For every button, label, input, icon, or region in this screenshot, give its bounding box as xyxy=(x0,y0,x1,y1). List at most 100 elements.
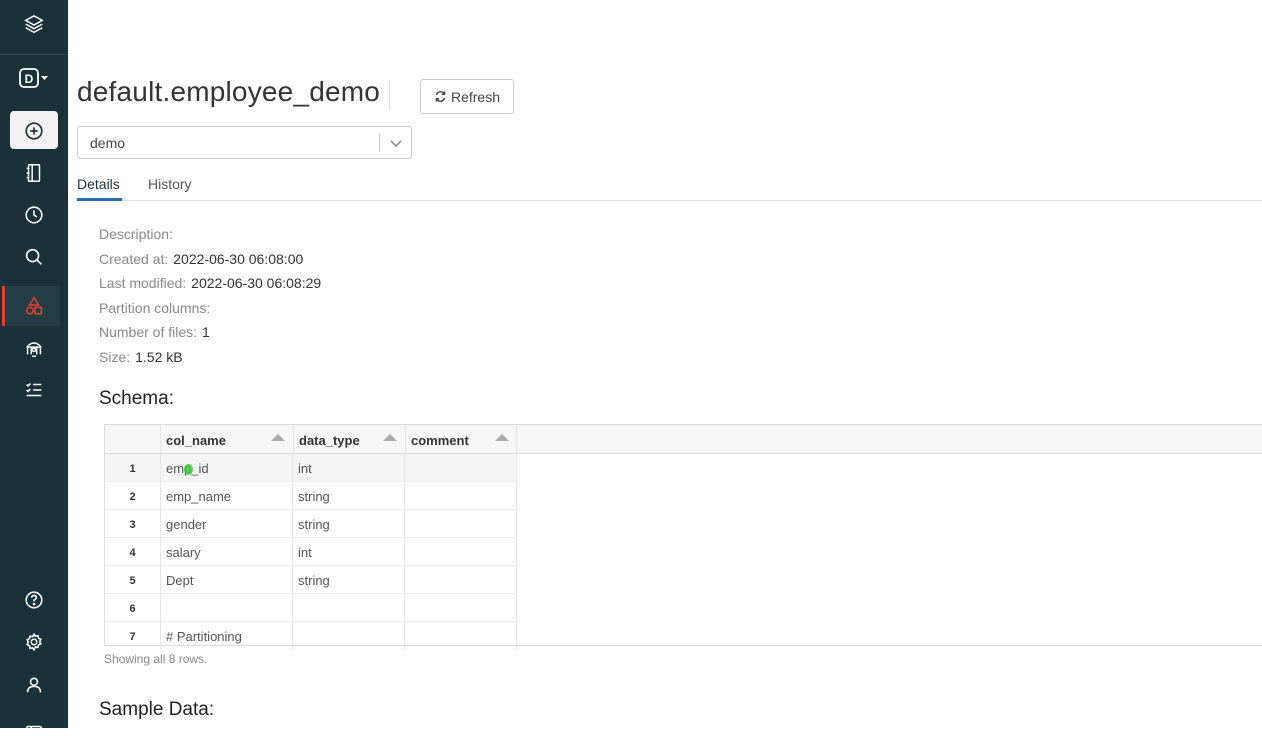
sample-data-heading: Sample Data: xyxy=(99,699,215,720)
create-icon xyxy=(25,122,43,140)
cell-data-type[interactable]: int xyxy=(293,538,405,566)
table-row[interactable]: 1 emp_id int xyxy=(105,454,517,482)
cluster-select-value: demo xyxy=(90,135,126,151)
refresh-icon xyxy=(435,91,446,102)
detail-label: Last modified: xyxy=(99,275,187,292)
data-icon xyxy=(25,296,43,315)
cell-comment[interactable] xyxy=(405,482,517,510)
cell-col-name[interactable]: salary xyxy=(161,538,293,566)
jobs-icon xyxy=(26,383,42,397)
detail-value: 2022-06-30 06:08:00 xyxy=(173,250,304,267)
settings-button[interactable] xyxy=(0,622,68,662)
detail-label: Description: xyxy=(99,226,173,242)
row-number: 7 xyxy=(105,622,161,650)
cell-comment[interactable] xyxy=(405,454,517,482)
cell-col-name[interactable]: emp_name xyxy=(161,482,293,510)
cell-comment[interactable] xyxy=(405,510,517,538)
sort-icon[interactable] xyxy=(271,434,285,441)
jobs-button[interactable] xyxy=(0,370,68,410)
mouse-cursor-indicator xyxy=(184,464,193,475)
detail-number-of-files: Number of files: 1 xyxy=(99,324,321,349)
table-row[interactable]: 3 gender string xyxy=(105,510,517,538)
svg-text:D: D xyxy=(25,72,34,86)
expand-sidebar-icon xyxy=(25,725,43,741)
user-icon xyxy=(26,677,42,693)
cell-col-name[interactable] xyxy=(161,594,293,622)
refresh-label: Refresh xyxy=(450,88,501,105)
help-button[interactable] xyxy=(0,580,68,620)
cell-data-type[interactable]: string xyxy=(293,482,405,510)
detail-label: Number of files: xyxy=(99,324,198,341)
search-icon xyxy=(25,248,42,265)
row-number: 4 xyxy=(105,538,161,566)
cell-col-name[interactable]: gender xyxy=(161,510,293,538)
table-details: Description: Created at: 2022-06-30 06:08… xyxy=(99,226,321,374)
table-row[interactable]: 4 salary int xyxy=(105,538,517,566)
detail-size: Size: 1.52 kB xyxy=(99,349,321,374)
detail-description: Description: xyxy=(99,226,321,251)
cell-data-type[interactable]: string xyxy=(293,510,405,538)
page-title: default.employee_demo xyxy=(77,76,381,107)
row-count-label: Showing all 8 rows. xyxy=(104,652,208,666)
row-number: 1 xyxy=(105,454,161,482)
detail-created-at: Created at: 2022-06-30 06:08:00 xyxy=(99,251,321,276)
create-button[interactable] xyxy=(0,111,68,151)
data-button[interactable] xyxy=(0,286,68,326)
cell-comment[interactable] xyxy=(405,566,517,594)
cell-comment[interactable] xyxy=(405,538,517,566)
compute-icon xyxy=(26,342,42,357)
account-button[interactable] xyxy=(0,665,68,705)
column-header-label: data_type xyxy=(299,433,360,448)
sort-icon[interactable] xyxy=(383,434,397,441)
table-row[interactable]: 2 emp_name string xyxy=(105,482,517,510)
databricks-logo-icon[interactable] xyxy=(0,5,68,45)
detail-partition-columns: Partition columns: xyxy=(99,300,321,325)
active-tab-indicator xyxy=(77,198,122,201)
cell-data-type[interactable] xyxy=(293,622,405,650)
cell-data-type[interactable]: string xyxy=(293,566,405,594)
detail-value: 2022-06-30 06:08:29 xyxy=(191,275,322,292)
recents-icon xyxy=(25,206,43,224)
detail-value: 1.52 kB xyxy=(135,348,183,365)
row-number: 3 xyxy=(105,510,161,538)
sort-icon[interactable] xyxy=(495,434,509,441)
cell-data-type[interactable]: int xyxy=(293,454,405,482)
cell-data-type[interactable] xyxy=(293,594,405,622)
chevron-down-icon[interactable] xyxy=(389,136,403,150)
cluster-select[interactable]: demo xyxy=(77,126,412,159)
column-header-label: comment xyxy=(411,433,469,448)
recents-button[interactable] xyxy=(0,195,68,235)
sidebar: D xyxy=(0,0,68,741)
schema-table: col_name data_type comment 1 emp_id int … xyxy=(104,424,1262,650)
workspace-icon xyxy=(26,164,41,182)
search-button[interactable] xyxy=(0,237,68,277)
row-number: 2 xyxy=(105,482,161,510)
tab-details[interactable]: Details xyxy=(77,176,120,192)
detail-label: Partition columns: xyxy=(99,299,211,316)
cell-comment[interactable] xyxy=(405,622,517,650)
persona-switcher[interactable]: D xyxy=(0,58,68,98)
schema-table-header: col_name data_type comment xyxy=(105,425,1262,454)
tab-bar-divider xyxy=(77,200,1262,201)
title-separator xyxy=(389,80,390,110)
sidebar-expand-button[interactable] xyxy=(0,712,68,752)
cell-col-name[interactable]: Dept xyxy=(161,566,293,594)
sidebar-divider xyxy=(0,54,68,55)
schema-heading: Schema: xyxy=(99,388,174,409)
table-row[interactable]: 7 # Partitioning xyxy=(105,622,517,650)
detail-value: 1 xyxy=(202,324,210,341)
refresh-button[interactable]: Refresh xyxy=(420,79,514,114)
tab-history[interactable]: History xyxy=(148,176,192,192)
column-header-label: col_name xyxy=(166,433,226,448)
row-number: 5 xyxy=(105,566,161,594)
table-row[interactable]: 5 Dept string xyxy=(105,566,517,594)
compute-button[interactable] xyxy=(0,328,68,368)
cell-comment[interactable] xyxy=(405,594,517,622)
workspace-button[interactable] xyxy=(0,153,68,193)
detail-label: Size: xyxy=(99,348,131,365)
cell-col-name[interactable]: emp_id xyxy=(161,454,293,482)
row-number: 6 xyxy=(105,594,161,622)
table-row[interactable]: 6 xyxy=(105,594,517,622)
cell-col-name[interactable]: # Partitioning xyxy=(161,622,293,650)
main-content: default.employee_demo Refresh demo Detai… xyxy=(68,0,1262,728)
